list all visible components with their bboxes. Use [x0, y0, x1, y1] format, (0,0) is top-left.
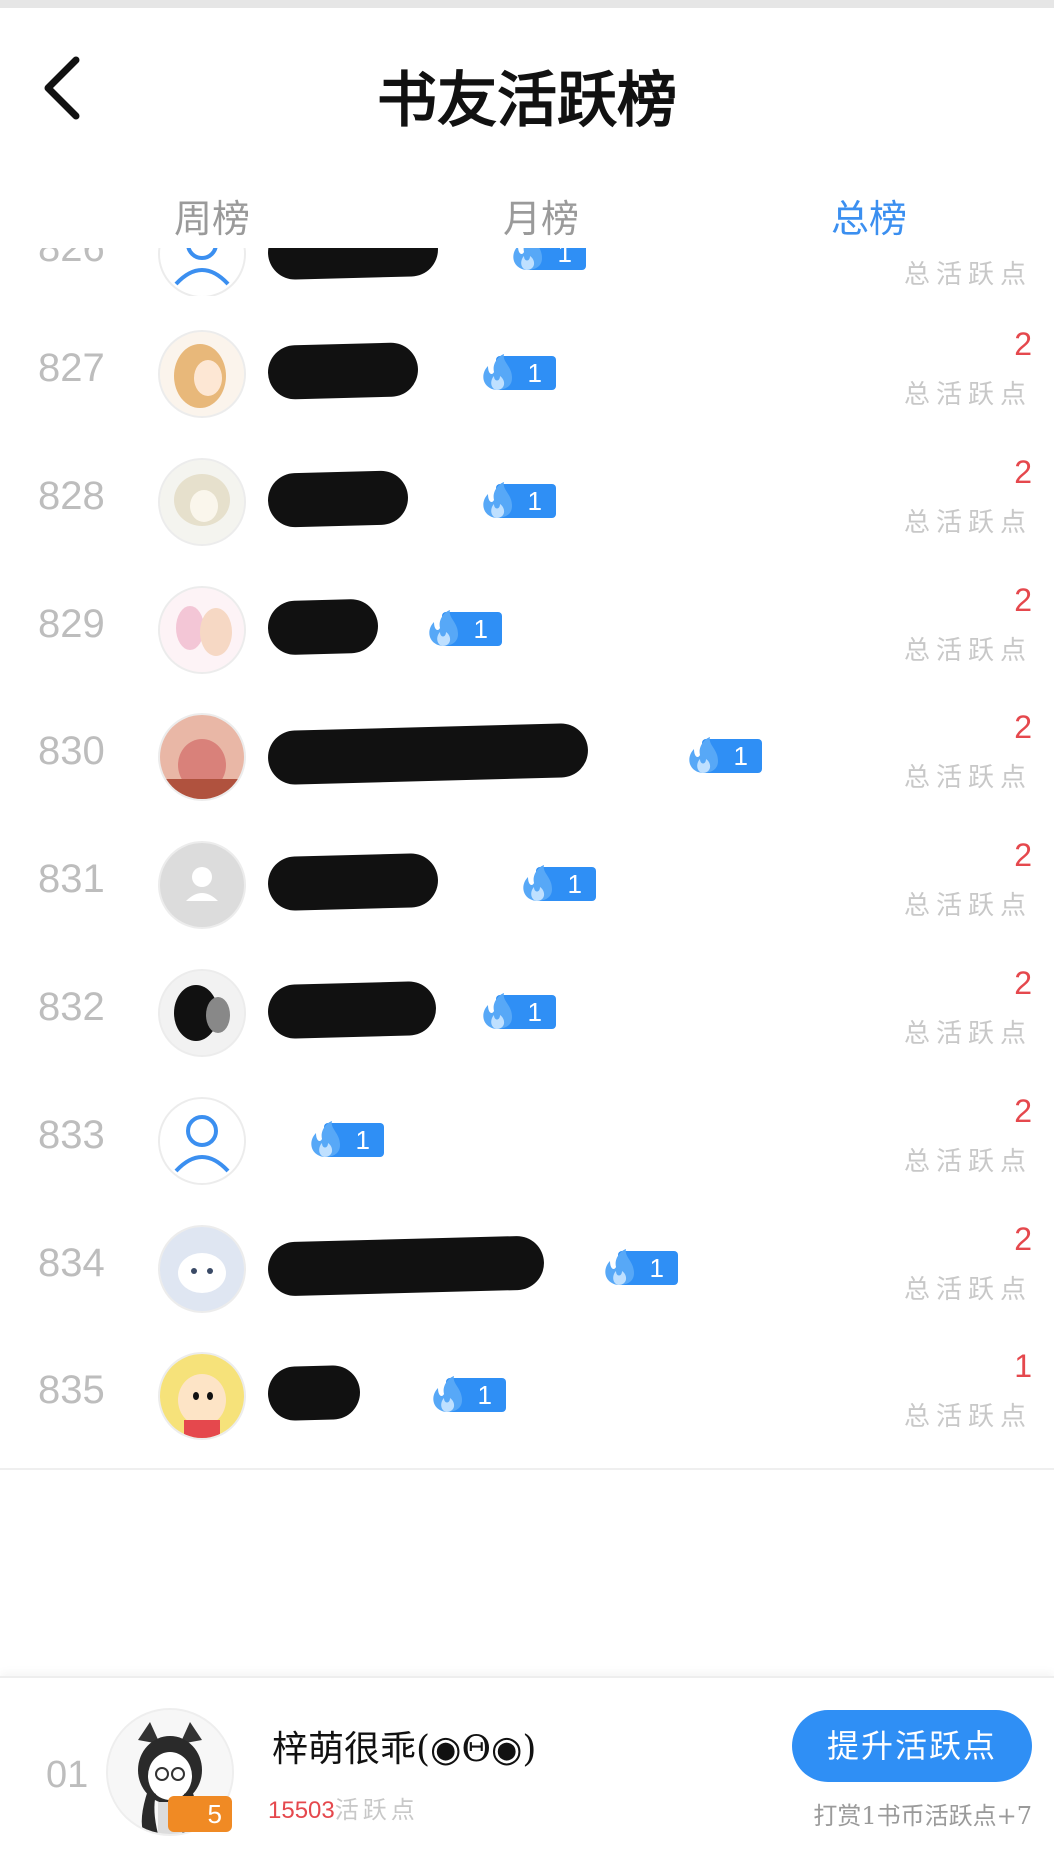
- avatar-image-icon: [160, 843, 244, 927]
- avatar-image-icon: [160, 460, 244, 544]
- redaction-scribble: [267, 598, 379, 656]
- redaction-scribble: [267, 980, 437, 1040]
- activity-score-label: 总活跃点: [903, 1019, 1032, 1049]
- my-points-value: 15503: [268, 1797, 335, 1824]
- fan-level-badge: 1: [424, 608, 502, 646]
- redaction-scribble: [267, 470, 409, 528]
- rank-number: 833: [38, 1113, 105, 1157]
- my-rank: 01: [46, 1754, 89, 1796]
- flame-icon: [483, 354, 512, 390]
- rank-number: 829: [38, 602, 105, 646]
- rank-number: 835: [38, 1368, 105, 1412]
- redaction-scribble: [267, 722, 589, 786]
- flame-icon: [311, 1121, 340, 1157]
- fan-level-badge: 1: [306, 1119, 384, 1157]
- flame-icon: [513, 248, 542, 270]
- avatar-image-icon: [160, 715, 244, 799]
- rank-number: 828: [38, 474, 105, 518]
- redaction-scribble: [267, 1364, 361, 1422]
- activity-score-label: 总活跃点: [903, 763, 1032, 793]
- activity-score: 2: [1014, 965, 1032, 1001]
- tab-weekly[interactable]: 周榜: [92, 188, 332, 243]
- activity-score-label: 总活跃点: [903, 380, 1032, 410]
- redaction-scribble: [267, 248, 439, 281]
- activity-score: 2: [1014, 582, 1032, 618]
- activity-score-label: 总活跃点: [903, 508, 1032, 538]
- status-strip: [0, 0, 1054, 8]
- activity-score: 2: [1014, 454, 1032, 490]
- fan-level-badge: 1: [428, 1374, 506, 1412]
- rank-number: 834: [38, 1241, 105, 1285]
- my-username: 梓萌很乖(◉Θ◉): [272, 1729, 537, 1770]
- redaction-scribble: [267, 852, 439, 912]
- flame-icon: [523, 865, 552, 901]
- avatar-image-icon: [160, 1099, 244, 1183]
- activity-score: 2: [1014, 1221, 1032, 1257]
- boost-activity-button[interactable]: 提升活跃点: [792, 1710, 1032, 1782]
- fan-level-badge: 1: [478, 991, 556, 1029]
- activity-score-label: 总活跃点: [903, 891, 1032, 921]
- active-readers-page: 书友活跃榜 周榜 月榜 总榜 826 1 总活跃点 827 1 2 总活跃点 828 1 2 总活跃…: [0, 0, 1054, 1853]
- tab-total[interactable]: 总榜: [749, 188, 989, 243]
- user-avatar[interactable]: [158, 330, 246, 418]
- flame-icon: [689, 737, 718, 773]
- rank-number: 831: [38, 857, 105, 901]
- avatar-image-icon: [160, 588, 244, 672]
- level-badge: 5: [168, 1796, 232, 1832]
- activity-score: 2: [1014, 837, 1032, 873]
- fan-level-badge: 1: [684, 735, 762, 773]
- user-avatar[interactable]: [158, 458, 246, 546]
- ranking-row[interactable]: 835 1 1 总活跃点: [0, 1318, 1054, 1470]
- activity-score: 2: [1014, 709, 1032, 745]
- my-points: 15503活跃点: [268, 1790, 419, 1825]
- activity-score: 1: [1014, 1348, 1032, 1384]
- page-title: 书友活跃榜: [377, 66, 677, 136]
- user-avatar[interactable]: [158, 248, 246, 298]
- flame-icon: [483, 993, 512, 1029]
- ranking-list[interactable]: 826 1 总活跃点 827 1 2 总活跃点 828 1 2 总活跃点 829 1 2 总活跃点 830 1 2…: [0, 248, 1054, 1676]
- activity-score-label: 总活跃点: [903, 1402, 1032, 1432]
- fan-level-badge: 1: [478, 352, 556, 390]
- flame-icon: [605, 1249, 634, 1285]
- rank-number: 827: [38, 346, 105, 390]
- user-avatar[interactable]: [158, 1097, 246, 1185]
- tab-monthly[interactable]: 月榜: [421, 188, 661, 243]
- rank-number: 830: [38, 729, 105, 773]
- activity-score-label: 总活跃点: [903, 1147, 1032, 1177]
- activity-score-label: 总活跃点: [903, 636, 1032, 666]
- my-rank-bar: 01 5 梓萌很乖(◉Θ◉) 15503活跃点 提升活跃点 打赏1书币活跃点+7: [0, 1676, 1054, 1853]
- activity-score-label: 总活跃点: [903, 1275, 1032, 1305]
- user-avatar[interactable]: [158, 1352, 246, 1440]
- rank-number: 826: [38, 248, 105, 270]
- avatar-image-icon: [160, 971, 244, 1055]
- activity-score: 2: [1014, 326, 1032, 362]
- fan-level-badge: 1: [508, 248, 586, 270]
- redaction-scribble: [267, 342, 419, 400]
- avatar-image-icon: [160, 1227, 244, 1311]
- user-avatar[interactable]: [158, 1225, 246, 1313]
- fan-level-badge: 1: [518, 863, 596, 901]
- flame-icon: [429, 610, 458, 646]
- user-avatar[interactable]: [158, 969, 246, 1057]
- user-avatar[interactable]: [158, 713, 246, 801]
- flame-icon: [483, 482, 512, 518]
- avatar-image-icon: [160, 1354, 244, 1438]
- avatar-image-icon: [160, 248, 244, 296]
- fan-level-badge: 1: [600, 1247, 678, 1285]
- flame-icon: [433, 1376, 462, 1412]
- reward-note: 打赏1书币活跃点+7: [813, 1802, 1032, 1830]
- rank-number: 832: [38, 985, 105, 1029]
- my-points-label: 活跃点: [334, 1796, 419, 1824]
- avatar-image-icon: [160, 332, 244, 416]
- user-avatar[interactable]: [158, 841, 246, 929]
- activity-score: 2: [1014, 1093, 1032, 1129]
- user-avatar[interactable]: [158, 586, 246, 674]
- activity-score-label: 总活跃点: [903, 260, 1032, 290]
- header: 书友活跃榜: [0, 8, 1054, 158]
- redaction-scribble: [267, 1235, 545, 1297]
- fan-level-badge: 1: [478, 480, 556, 518]
